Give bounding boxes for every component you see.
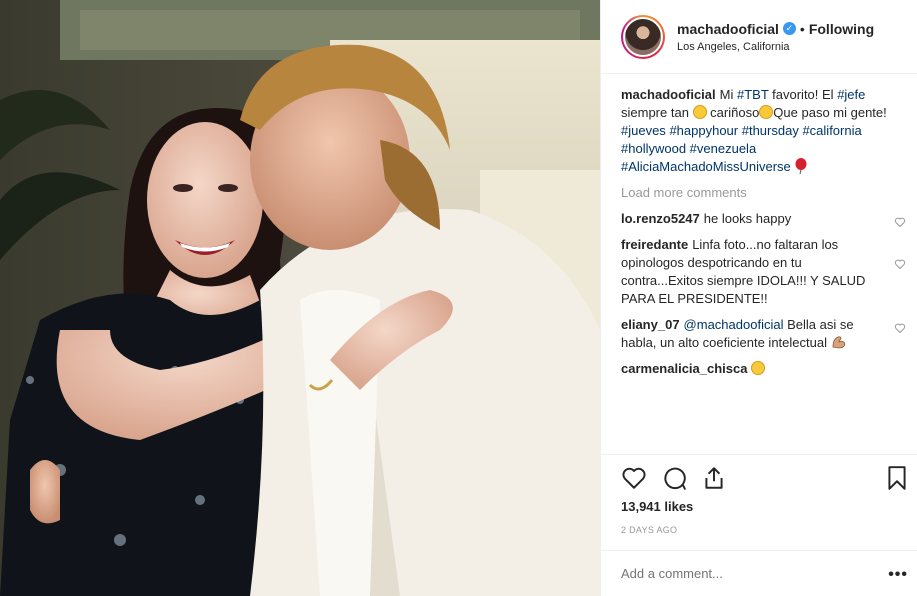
share-icon[interactable] — [701, 465, 727, 491]
comments-section: machadooficial Mi #TBT favorito! El #jefe… — [621, 86, 906, 378]
following-button[interactable]: Following — [809, 21, 874, 37]
like-comment-heart-icon[interactable] — [894, 322, 906, 334]
comment-item: lo.renzo5247 he looks happy — [621, 210, 906, 228]
caption-username[interactable]: machadooficial — [621, 87, 716, 102]
smiling-emoji-icon — [692, 105, 707, 119]
comment-text: he looks happy — [703, 211, 792, 226]
hashtag-jefe[interactable]: #jefe — [837, 87, 865, 102]
comment-item: carmenalicia_chisca — [621, 360, 891, 378]
caption-text: Que paso mi gente! — [773, 105, 887, 120]
more-options-icon[interactable]: ••• — [888, 566, 908, 584]
comment-username[interactable]: lo.renzo5247 — [621, 211, 700, 226]
post-side-panel: machadooficial ✓ • Following Los Angeles… — [600, 0, 917, 596]
header-username[interactable]: machadooficial — [677, 21, 779, 37]
comment-username[interactable]: eliany_07 — [621, 317, 680, 332]
post-container: machadooficial ✓ • Following Los Angeles… — [0, 0, 917, 596]
caption-text: Mi — [719, 87, 737, 102]
comment-mention[interactable]: @machadooficial — [684, 317, 784, 332]
post-caption: machadooficial Mi #TBT favorito! El #jefe… — [621, 86, 891, 176]
username-row: machadooficial ✓ • Following — [677, 21, 874, 37]
comment-item: freiredante Linfa foto...no faltaran los … — [621, 236, 906, 308]
hashtag-alicia[interactable]: #AliciaMachadoMissUniverse — [621, 159, 791, 174]
like-comment-heart-icon[interactable] — [894, 258, 906, 270]
hashtag-happyhour[interactable]: #happyhour — [669, 123, 738, 138]
hashtag-venezuela[interactable]: #venezuela — [690, 141, 757, 156]
like-comment-heart-icon[interactable] — [894, 216, 906, 228]
hashtag-jueves[interactable]: #jueves — [621, 123, 666, 138]
post-header: machadooficial ✓ • Following Los Angeles… — [601, 0, 917, 74]
hashtag-thursday[interactable]: #thursday — [742, 123, 799, 138]
hashtag-hollywood[interactable]: #hollywood — [621, 141, 686, 156]
profile-avatar[interactable] — [621, 14, 665, 59]
bookmark-icon[interactable] — [884, 465, 910, 491]
avatar-image — [623, 16, 663, 57]
post-image — [0, 0, 600, 596]
verified-badge-icon: ✓ — [782, 22, 796, 35]
flushed-emoji-icon — [751, 361, 766, 375]
comment-username[interactable]: freiredante — [621, 237, 688, 252]
comment-input[interactable] — [621, 566, 871, 581]
load-more-comments-link[interactable]: Load more comments — [621, 184, 891, 202]
caption-text: favorito! El — [768, 87, 838, 102]
add-comment-bar: ••• — [601, 550, 917, 596]
header-text: machadooficial ✓ • Following Los Angeles… — [677, 21, 874, 53]
flexed-biceps-emoji-icon — [832, 336, 846, 349]
hashtag-tbt[interactable]: #TBT — [737, 87, 769, 102]
caption-text: siempre tan — [621, 105, 693, 120]
comment-username[interactable]: carmenalicia_chisca — [621, 361, 747, 376]
hashtag-california[interactable]: #california — [802, 123, 861, 138]
post-photo[interactable] — [0, 0, 600, 596]
post-date[interactable]: 2 DAYS AGO — [621, 525, 677, 535]
likes-count[interactable]: 13,941 likes — [621, 499, 693, 514]
comment-bubble-icon[interactable] — [661, 465, 687, 491]
action-icons-row — [621, 465, 727, 491]
like-heart-icon[interactable] — [621, 465, 647, 491]
caption-text: cariñoso — [706, 105, 760, 120]
separator-dot: • — [799, 20, 805, 37]
smiling-emoji-icon — [759, 105, 774, 119]
balloon-emoji-icon — [795, 158, 807, 175]
comment-item: eliany_07 @machadooficial Bella asi se ha… — [621, 316, 906, 352]
location-link[interactable]: Los Angeles, California — [677, 41, 874, 53]
